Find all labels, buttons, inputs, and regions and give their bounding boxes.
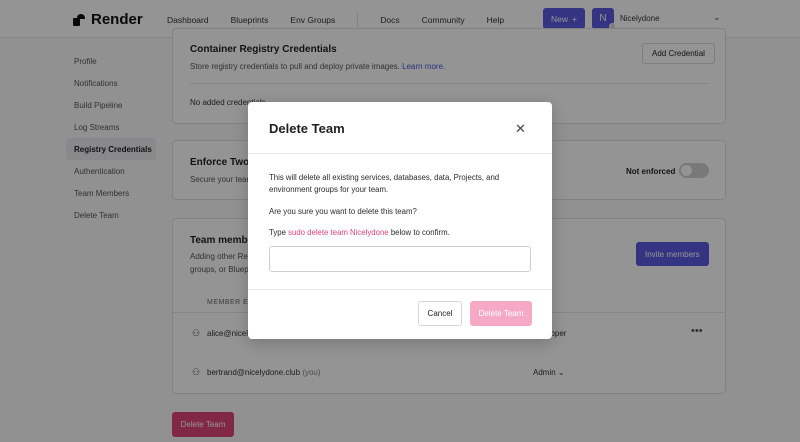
dialog-confirm-instruction: Type sudo delete team Nicelydone below t… xyxy=(269,227,531,239)
dialog-title: Delete Team xyxy=(269,121,345,136)
confirm-prefix: Type xyxy=(269,228,286,237)
dialog-footer-divider xyxy=(248,289,552,290)
confirm-delete-team-button[interactable]: Delete Team xyxy=(470,301,532,326)
close-icon[interactable]: ✕ xyxy=(515,121,526,137)
delete-team-dialog: Delete Team ✕ This will delete all exist… xyxy=(248,102,552,339)
confirm-phrase-input[interactable] xyxy=(269,246,531,272)
dialog-question: Are you sure you want to delete this tea… xyxy=(269,207,417,216)
confirm-suffix: below to confirm. xyxy=(390,228,450,237)
confirm-phrase: sudo delete team Nicelydone xyxy=(288,228,389,237)
dialog-warning-line2: environment groups for your team. xyxy=(269,185,389,194)
dialog-header-divider xyxy=(248,153,552,154)
dialog-warning-text: This will delete all existing services, … xyxy=(269,172,531,196)
cancel-button[interactable]: Cancel xyxy=(418,301,462,326)
dialog-warning-line1: This will delete all existing services, … xyxy=(269,173,500,182)
